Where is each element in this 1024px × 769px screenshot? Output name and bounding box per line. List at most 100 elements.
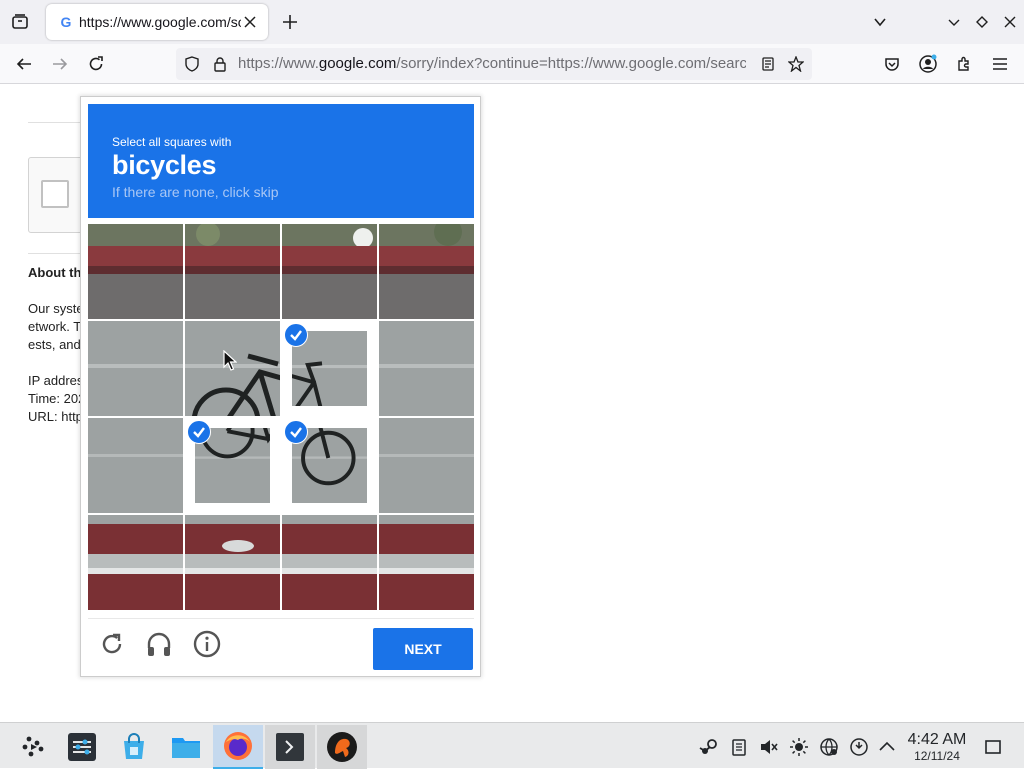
captcha-tile-image xyxy=(88,418,183,513)
tab-overview-button[interactable] xyxy=(6,8,34,36)
captcha-tile-image xyxy=(282,224,377,319)
google-g-icon: G xyxy=(60,14,72,30)
captcha-instruction: Select all squares with xyxy=(112,135,232,149)
list-all-tabs-button[interactable] xyxy=(866,8,894,36)
app-icon xyxy=(327,732,357,762)
captcha-tile[interactable] xyxy=(88,515,183,610)
tab-list-icon xyxy=(12,14,28,29)
extensions-button[interactable] xyxy=(950,50,978,78)
minimize-icon xyxy=(948,19,960,26)
next-button[interactable]: NEXT xyxy=(373,628,473,670)
captcha-tile[interactable] xyxy=(185,418,280,513)
taskbar-system-settings[interactable] xyxy=(57,725,107,769)
tab-google-sorry[interactable]: G https://www.google.com/sorry/index?con… xyxy=(46,4,268,40)
tab-close-button[interactable] xyxy=(240,12,260,32)
captcha-tile[interactable] xyxy=(379,515,474,610)
divider xyxy=(28,253,88,254)
close-icon xyxy=(244,16,256,28)
audio-challenge-button[interactable] xyxy=(144,629,174,659)
window-minimize-button[interactable] xyxy=(940,8,968,36)
taskbar-file-manager[interactable] xyxy=(161,725,211,769)
captcha-tile-image xyxy=(379,515,474,610)
url-bar[interactable]: https://www.google.com/sorry/index?conti… xyxy=(176,48,812,80)
tray-brightness[interactable] xyxy=(788,736,810,758)
paragraph-line: etwork. This page checks to see if it's … xyxy=(28,319,88,334)
tray-clipboard[interactable] xyxy=(728,736,750,758)
pocket-button[interactable] xyxy=(878,50,906,78)
reload-icon xyxy=(102,633,122,654)
captcha-tile[interactable] xyxy=(282,515,377,610)
steam-icon xyxy=(699,739,717,754)
ip-address-label: IP address: xyxy=(28,373,88,388)
captcha-tile[interactable] xyxy=(88,224,183,319)
app-launcher-button[interactable] xyxy=(8,725,58,769)
paragraph-line: ests, and not a robot. xyxy=(28,337,88,352)
mouse-cursor-icon xyxy=(223,350,237,371)
recaptcha-anchor xyxy=(28,157,88,233)
updates-icon xyxy=(850,738,868,756)
firefox-icon xyxy=(224,732,252,760)
captcha-tile-image xyxy=(379,321,474,416)
reload-challenge-button[interactable] xyxy=(97,629,127,659)
taskbar-terminal[interactable] xyxy=(265,725,315,769)
captcha-tile-image xyxy=(379,418,474,513)
captcha-tile[interactable] xyxy=(185,224,280,319)
captcha-tile[interactable] xyxy=(282,224,377,319)
shield-icon[interactable] xyxy=(182,54,202,74)
show-desktop-button[interactable] xyxy=(982,736,1004,758)
about-heading: About this page xyxy=(28,265,88,280)
reader-view-icon[interactable] xyxy=(758,54,778,74)
help-info-button[interactable] xyxy=(192,629,222,659)
forward-button[interactable] xyxy=(46,50,74,78)
tray-network[interactable] xyxy=(818,736,840,758)
captcha-tile[interactable] xyxy=(379,418,474,513)
captcha-tile[interactable] xyxy=(185,515,280,610)
tray-expand-icon xyxy=(879,741,895,751)
captcha-tile[interactable] xyxy=(282,321,377,416)
taskbar-app[interactable] xyxy=(317,725,367,769)
show-desktop-icon xyxy=(985,740,1001,754)
captcha-tile-image xyxy=(88,224,183,319)
captcha-header: Select all squares with bicycles If ther… xyxy=(88,104,474,218)
url-text[interactable]: https://www.google.com/sorry/index?conti… xyxy=(238,56,746,72)
hamburger-menu-icon xyxy=(993,58,1007,70)
tray-volume[interactable] xyxy=(758,736,780,758)
captcha-tile[interactable] xyxy=(88,321,183,416)
file-manager-icon xyxy=(172,738,200,758)
clock-time[interactable]: 4:42 AM xyxy=(904,731,970,749)
app-menu-button[interactable] xyxy=(986,50,1014,78)
reload-button[interactable] xyxy=(82,50,110,78)
bookmark-star-icon[interactable] xyxy=(786,54,806,74)
captcha-tile-image xyxy=(185,515,280,610)
captcha-tile[interactable] xyxy=(282,418,377,513)
brightness-icon xyxy=(790,738,808,756)
captcha-tile[interactable] xyxy=(379,321,474,416)
divider xyxy=(28,122,88,123)
tray-steam[interactable] xyxy=(698,736,720,758)
arrow-right-icon xyxy=(53,58,68,70)
plus-icon xyxy=(283,15,297,29)
taskbar-firefox[interactable] xyxy=(213,725,263,769)
account-button[interactable] xyxy=(914,50,942,78)
taskbar-discover[interactable] xyxy=(109,725,159,769)
reload-icon xyxy=(89,56,103,71)
account-icon xyxy=(919,54,937,73)
recaptcha-checkbox[interactable] xyxy=(41,180,69,208)
clock-date[interactable]: 12/11/24 xyxy=(904,749,970,763)
back-button[interactable] xyxy=(10,50,38,78)
volume-muted-icon xyxy=(761,740,778,754)
new-tab-button[interactable] xyxy=(276,8,304,36)
window-close-button[interactable] xyxy=(996,8,1024,36)
audio-headphones-icon xyxy=(147,632,171,656)
tray-updates[interactable] xyxy=(848,736,870,758)
captcha-tile[interactable] xyxy=(379,224,474,319)
captcha-target-object: bicycles xyxy=(112,150,217,180)
tray-expand-button[interactable] xyxy=(876,736,898,758)
captcha-tile[interactable] xyxy=(88,418,183,513)
lock-icon[interactable] xyxy=(210,54,230,74)
paragraph-line: Our systems have detected unusual traffi… xyxy=(28,301,88,316)
captcha-tile-image xyxy=(88,321,183,416)
network-icon xyxy=(820,738,838,756)
window-maximize-button[interactable] xyxy=(968,8,996,36)
close-icon xyxy=(1004,16,1016,28)
